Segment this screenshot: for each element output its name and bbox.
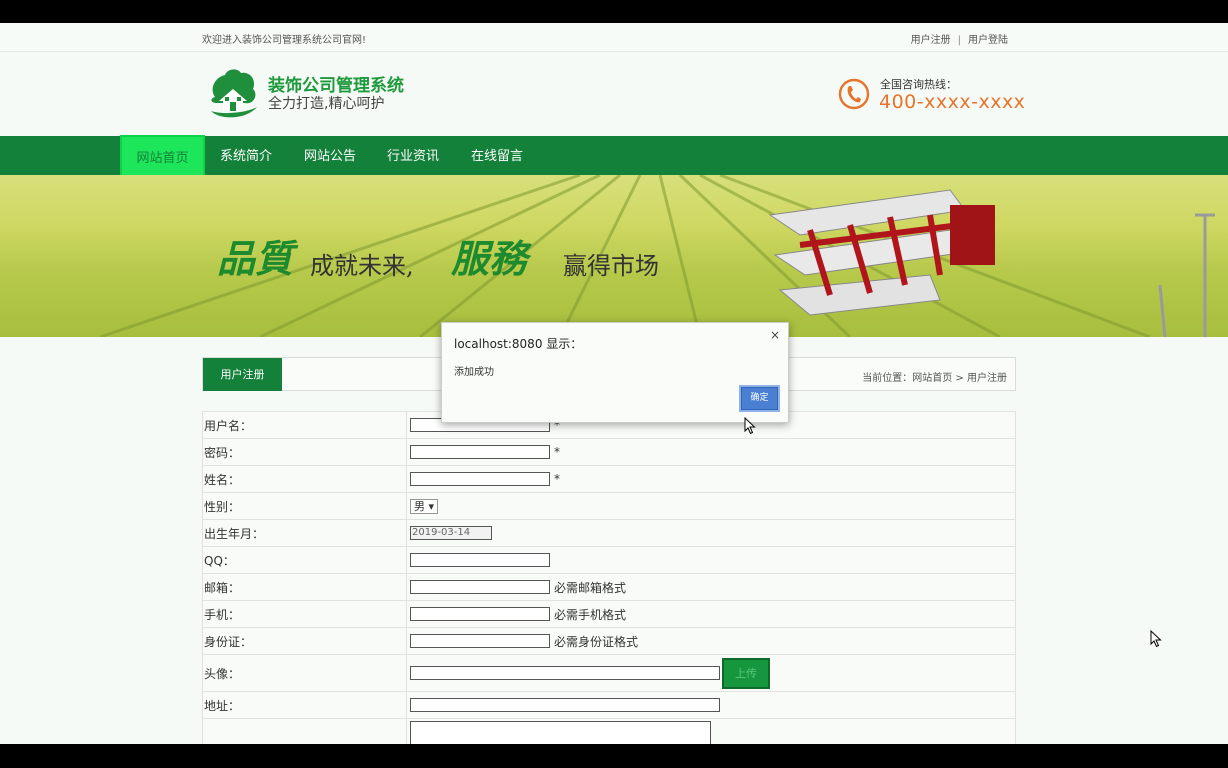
- nav-item-home[interactable]: 网站首页: [120, 135, 205, 177]
- form-row-birth: 出生年月： 2019-03-14: [202, 519, 1016, 547]
- banner-slogan-market: 赢得市场: [563, 252, 659, 280]
- welcome-text: 欢迎进入装饰公司管理系统公司官网!: [202, 35, 367, 46]
- email-label: 邮箱：: [202, 573, 407, 601]
- nav-item-about[interactable]: 系统简介: [210, 136, 282, 175]
- section-tab[interactable]: 用户注册: [203, 358, 282, 391]
- banner: 品質 成就未来, 服務 赢得市场: [0, 175, 1228, 337]
- nav-item-message[interactable]: 在线留言: [461, 136, 533, 175]
- email-input[interactable]: [410, 580, 550, 594]
- address-input[interactable]: [410, 698, 720, 713]
- extra-label: [202, 718, 407, 744]
- main-nav: 网站首页 系统简介 网站公告 行业资讯 在线留言: [0, 135, 1228, 177]
- form-row-qq: QQ：: [202, 546, 1016, 574]
- qq-input[interactable]: [410, 553, 550, 568]
- form-row-gender: 性别： 男 ▾: [202, 492, 1016, 520]
- form-row-idcard: 身份证： 必需身份证格式: [202, 627, 1016, 655]
- form-row-textarea: [202, 718, 1016, 744]
- name-input[interactable]: [410, 472, 550, 487]
- link-separator: |: [957, 35, 961, 46]
- form-row-avatar: 头像： 上传: [202, 654, 1016, 692]
- email-hint: 必需邮箱格式: [554, 580, 627, 595]
- gender-select[interactable]: 男 ▾: [410, 498, 439, 514]
- birth-date-input[interactable]: 2019-03-14: [410, 526, 492, 541]
- password-input[interactable]: [410, 445, 550, 460]
- qq-label: QQ：: [202, 546, 407, 574]
- alert-dialog: localhost:8080 显示： × 添加成功 确定: [441, 322, 789, 423]
- hotline-label: 全国咨询热线：: [880, 78, 957, 91]
- mobile-hint: 必需手机格式: [554, 607, 627, 622]
- top-links: 用户注册 | 用户登陆: [911, 31, 1008, 46]
- password-required: *: [554, 445, 560, 460]
- hotline-number: 400-xxxx-xxxx: [879, 91, 1026, 113]
- login-link[interactable]: 用户登陆: [968, 31, 1008, 46]
- mouse-cursor-icon: [744, 417, 756, 435]
- chevron-down-icon: ▾: [428, 499, 435, 513]
- nav-item-notices[interactable]: 网站公告: [294, 136, 366, 175]
- nav-item-news[interactable]: 行业资讯: [377, 136, 449, 175]
- birth-label: 出生年月：: [202, 519, 407, 547]
- remarks-textarea[interactable]: [410, 721, 711, 744]
- form-row-address: 地址：: [202, 691, 1016, 719]
- phone-icon: [838, 78, 870, 110]
- upload-button[interactable]: 上传: [722, 657, 770, 689]
- page: 欢迎进入装饰公司管理系统公司官网! 用户注册 | 用户登陆 装饰公司管理系统 全力打…: [0, 23, 1228, 744]
- gender-label: 性别：: [202, 492, 407, 520]
- form-row-mobile: 手机： 必需手机格式: [202, 600, 1016, 628]
- avatar-path-input[interactable]: [410, 666, 720, 680]
- address-label: 地址：: [202, 691, 407, 719]
- idcard-label: 身份证：: [202, 627, 407, 655]
- close-icon[interactable]: ×: [770, 328, 780, 342]
- name-label: 姓名：: [202, 465, 407, 493]
- breadcrumb: 当前位置：网站首页 > 用户注册: [862, 373, 1007, 384]
- gender-value: 男: [414, 499, 425, 513]
- form-row-password: 密码： *: [202, 438, 1016, 466]
- plough-graphic: [768, 189, 1215, 337]
- idcard-input[interactable]: [410, 634, 550, 648]
- form-row-email: 邮箱： 必需邮箱格式: [202, 573, 1016, 601]
- banner-slogan-service: 服務: [451, 236, 528, 281]
- ok-button[interactable]: 确定: [741, 387, 778, 410]
- mobile-input[interactable]: [410, 607, 550, 621]
- name-required: *: [554, 472, 560, 487]
- register-form: 用户名： * 密码： * 姓名： * 性别： 男 ▾ 出生年月： 2019-03…: [202, 411, 1016, 744]
- dialog-title: localhost:8080 显示：: [454, 337, 583, 351]
- dialog-message: 添加成功: [454, 367, 494, 378]
- letterbox-bottom: [0, 744, 1228, 768]
- site-slogan: 全力打造,精心呵护: [268, 96, 385, 112]
- top-bar: 欢迎进入装饰公司管理系统公司官网! 用户注册 | 用户登陆: [0, 23, 1228, 52]
- register-link[interactable]: 用户注册: [911, 31, 951, 46]
- house-leaf-icon[interactable]: [203, 67, 261, 121]
- header: 装饰公司管理系统 全力打造,精心呵护 全国咨询热线： 400-xxxx-xxxx: [0, 52, 1228, 136]
- mouse-cursor-icon: [1150, 630, 1162, 648]
- banner-slogan-quality: 品質: [217, 236, 294, 281]
- idcard-hint: 必需身份证格式: [554, 634, 639, 649]
- form-row-name: 姓名： *: [202, 465, 1016, 493]
- banner-slogan-future: 成就未来,: [310, 252, 414, 280]
- password-label: 密码：: [202, 438, 407, 466]
- mobile-label: 手机：: [202, 600, 407, 628]
- username-label: 用户名：: [202, 411, 407, 439]
- letterbox-top: [0, 0, 1228, 23]
- avatar-label: 头像：: [202, 654, 407, 692]
